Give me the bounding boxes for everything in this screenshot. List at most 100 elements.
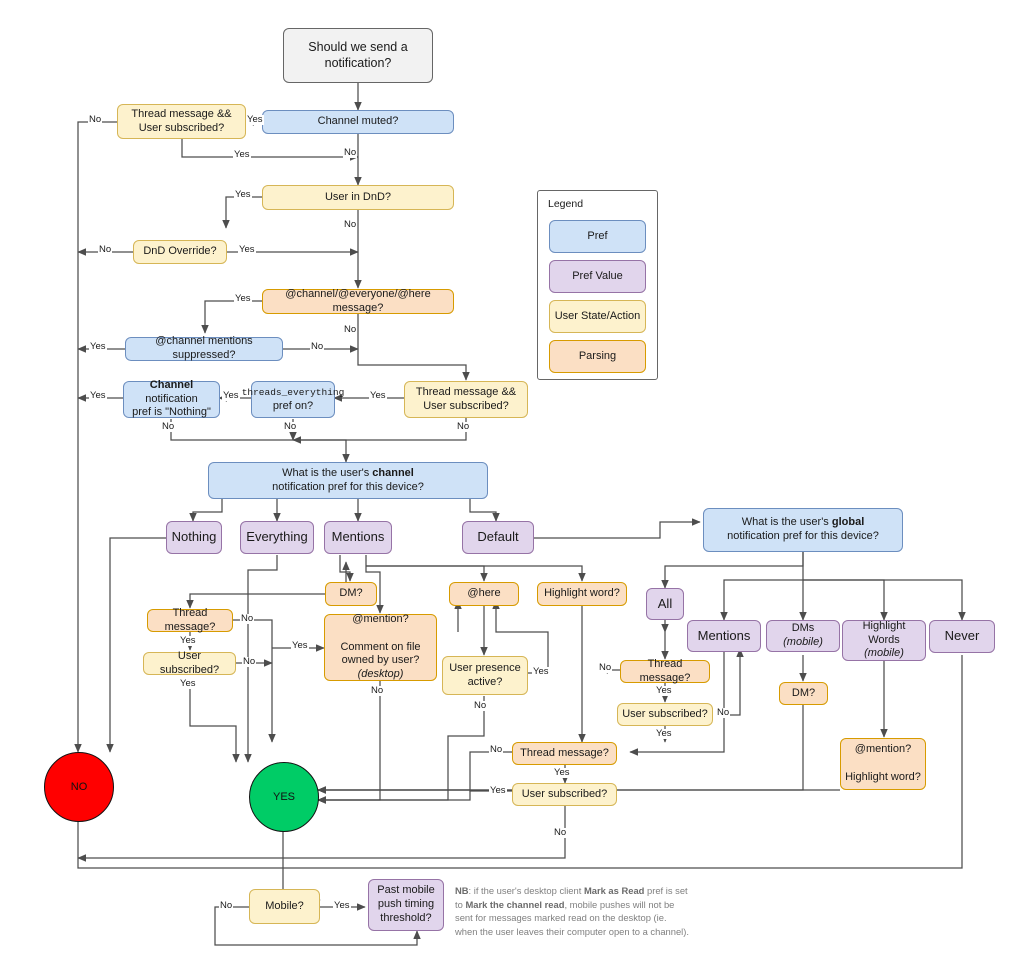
node-value-all[interactable]: All — [646, 588, 684, 620]
note-nb: NB — [455, 885, 469, 896]
edge-layer — [74, 83, 966, 946]
node-thread-message-c[interactable]: Thread message? — [512, 742, 617, 765]
edge-label: Yes — [89, 390, 107, 401]
edge-label: No — [716, 707, 731, 718]
node-past-mobile-push-threshold[interactable]: Past mobile push timing threshold? — [368, 879, 444, 931]
node-value-everything[interactable]: Everything — [240, 521, 314, 554]
value-highlight-words-label: Highlight Words (mobile) — [847, 620, 921, 661]
mobile-question-label: Mobile? — [265, 899, 304, 912]
at-here-label: @here — [467, 587, 501, 600]
footnote-mark-as-read: NB: if the user's desktop client Mark as… — [455, 884, 690, 939]
edge-label: No — [240, 613, 255, 624]
node-thread-message-user-subscribed-1[interactable]: Thread message && User subscribed? — [117, 104, 246, 139]
global-q-pre: What is the user's — [741, 516, 832, 529]
node-value-mentions[interactable]: Mentions — [324, 521, 392, 554]
edge-label: Yes — [291, 640, 309, 651]
node-thread-message-a[interactable]: Thread message? — [147, 606, 233, 633]
node-mention-highlight-word[interactable]: @mention? Highlight word? — [840, 738, 926, 790]
node-channel-question-label: What is the user's channel notification … — [272, 467, 424, 495]
dms-main: DMs — [791, 622, 815, 635]
node-user-presence-active[interactable]: User presence active? — [442, 656, 528, 695]
dm-question-2-label: DM? — [791, 686, 816, 699]
hw-it: (mobile) — [864, 647, 904, 660]
node-value-global-mentions[interactable]: Mentions — [687, 620, 761, 652]
node-at-channel-everyone-here-message[interactable]: @channel/@everyone/@here message? — [262, 288, 454, 314]
mh-line2: Highlight word? — [845, 770, 921, 783]
global-q-bold: global — [831, 516, 865, 529]
node-highlight-word-question[interactable]: Highlight word? — [537, 582, 627, 606]
node-mobile-question[interactable]: Mobile? — [249, 889, 320, 924]
value-mentions-label: Mentions — [331, 529, 385, 545]
node-start[interactable]: Should we send a notification? — [283, 28, 433, 83]
node-dnd-override[interactable]: DnD Override? — [133, 240, 227, 264]
channel-q-pre: What is the user's — [282, 466, 373, 479]
node-channel-mentions-suppressed[interactable]: @channel mentions suppressed? — [125, 335, 283, 361]
node-user-in-dnd[interactable]: User in DnD? — [262, 185, 454, 210]
node-channel-pref-is-nothing[interactable]: Channel notification pref is "Nothing" — [123, 378, 220, 419]
node-value-dms-mobile[interactable]: DMs (mobile) — [766, 620, 840, 652]
edge-label: No — [473, 700, 488, 711]
node-value-default[interactable]: Default — [462, 521, 534, 554]
legend-pref-value-label: Pref Value — [572, 269, 623, 282]
edge-label: No — [489, 744, 504, 755]
node-value-highlight-words-mobile[interactable]: Highlight Words (mobile) — [842, 620, 926, 661]
edge-label: Yes — [89, 341, 107, 352]
mention-line2-it: (desktop) — [357, 668, 404, 681]
edge-label: No — [310, 341, 325, 352]
user-subscribed-c-label: User subscribed? — [521, 787, 608, 800]
value-nothing-label: Nothing — [171, 529, 217, 545]
node-thread-message-b[interactable]: Thread message? — [620, 658, 710, 684]
mention-line1: @mention? — [352, 613, 409, 626]
edge-label: No — [343, 324, 358, 335]
edge-label: Yes — [238, 244, 256, 255]
node-global-notification-pref-question[interactable]: What is the user's global notification p… — [703, 508, 903, 552]
node-global-question-label: What is the user's global notification p… — [727, 516, 879, 544]
edge-label: Yes — [234, 293, 252, 304]
channel-bold: Channel — [149, 378, 194, 391]
node-dnd-override-label: DnD Override? — [143, 245, 217, 258]
node-dm-question-2[interactable]: DM? — [779, 682, 828, 705]
terminal-yes[interactable]: YES — [249, 762, 319, 832]
value-never-label: Never — [944, 628, 980, 644]
thread-message-a-label: Thread message? — [164, 606, 216, 633]
node-at-mention-comment-on-file[interactable]: @mention? Comment on file owned by user?… — [324, 613, 437, 681]
node-value-never[interactable]: Never — [929, 620, 995, 653]
node-at-here[interactable]: @here — [449, 582, 519, 606]
note-bold1: Mark as Read — [583, 885, 645, 896]
channel-pref-rest: notification pref is "Nothing" — [132, 392, 211, 419]
node-user-subscribed-a[interactable]: User subscribed? — [143, 650, 236, 676]
edge-label: No — [456, 421, 471, 432]
value-all-label: All — [657, 595, 673, 611]
edge-label: Yes — [655, 685, 673, 696]
node-user-subscribed-b[interactable]: User subscribed? — [617, 703, 713, 726]
node-threads-everything-pref[interactable]: threads_everything pref on? — [242, 381, 344, 418]
legend-user-state-label: User State/Action — [554, 309, 641, 322]
hw-main: Highlight Words — [862, 619, 906, 646]
legend-title: Legend — [548, 198, 584, 210]
edge-label: No — [370, 685, 385, 696]
value-dms-mobile-label: DMs (mobile) — [771, 622, 835, 650]
node-value-nothing[interactable]: Nothing — [166, 521, 222, 554]
dms-it: (mobile) — [783, 636, 823, 648]
node-thread-message-user-subscribed-2[interactable]: Thread message && User subscribed? — [404, 381, 528, 418]
value-default-label: Default — [477, 529, 519, 545]
threads-everything-rest: pref on? — [272, 399, 314, 412]
edge-label: Yes — [553, 767, 571, 778]
edge-label: Yes — [333, 900, 351, 911]
global-q-line2: notification pref for this device? — [727, 530, 879, 542]
thread-message-c-label: Thread message? — [520, 746, 609, 759]
mention-line2-pre: Comment on file owned by user? — [340, 640, 421, 667]
node-channel-muted[interactable]: Channel muted? — [262, 110, 454, 134]
node-start-label: Should we send a notification? — [308, 39, 408, 70]
legend-pref-label: Pref — [587, 229, 608, 242]
terminal-no[interactable]: NO — [44, 752, 114, 822]
mention-highlight-label: @mention? Highlight word? — [845, 743, 921, 784]
node-dm-question[interactable]: DM? — [325, 582, 377, 606]
node-thread-sub-1-label: Thread message && User subscribed? — [131, 107, 232, 134]
node-channel-notification-pref-question[interactable]: What is the user's channel notification … — [208, 462, 488, 499]
terminal-no-label: NO — [70, 781, 88, 793]
node-channel-muted-label: Channel muted? — [317, 115, 399, 128]
edge-label: Yes — [246, 114, 264, 125]
node-user-subscribed-c[interactable]: User subscribed? — [512, 783, 617, 806]
edge-label: No — [283, 421, 298, 432]
